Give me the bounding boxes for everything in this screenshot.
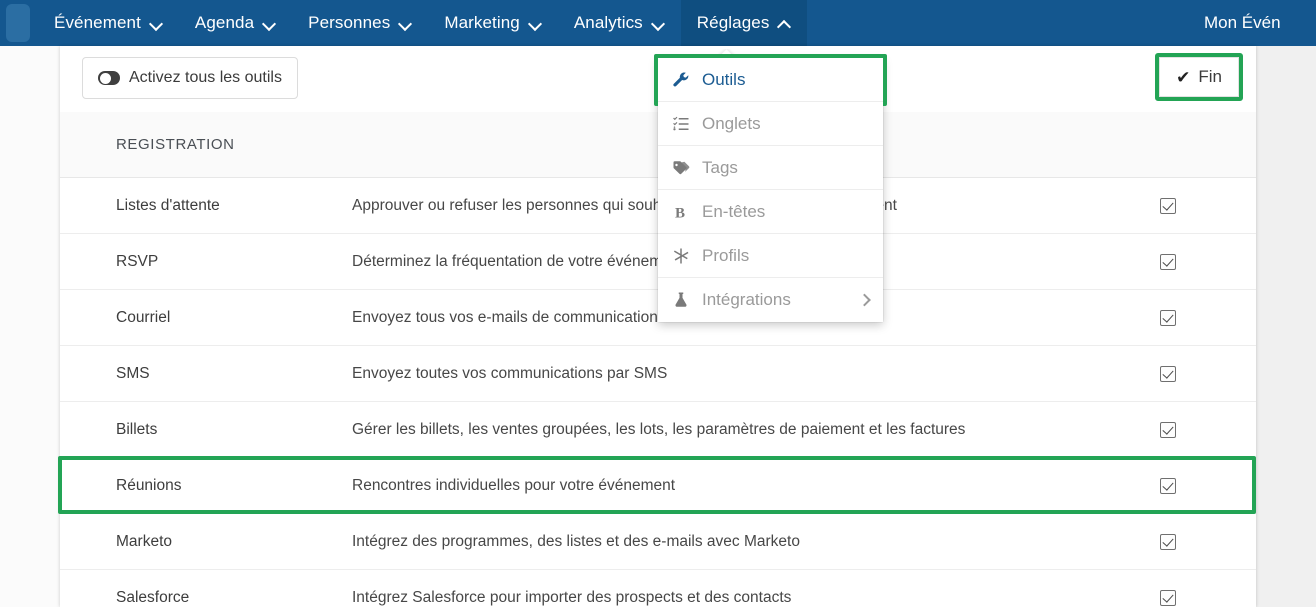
tool-description: Rencontres individuelles pour votre évén… bbox=[352, 476, 676, 494]
dropdown-item-label: Outils bbox=[702, 69, 746, 89]
nav-item-label: Réglages bbox=[696, 13, 770, 32]
table-row[interactable]: SMS Envoyez toutes vos communications par… bbox=[60, 346, 1256, 402]
done-button-label: Fin bbox=[1198, 67, 1222, 86]
dropdown-item-onglets[interactable]: Onglets bbox=[658, 102, 883, 146]
tag-icon bbox=[672, 159, 702, 177]
tool-enabled-cell bbox=[1120, 477, 1256, 494]
dropdown-item-tags[interactable]: Tags bbox=[658, 146, 883, 190]
tool-name: Marketo bbox=[116, 532, 172, 550]
tool-enabled-cell bbox=[1120, 253, 1256, 270]
dropdown-item-intgrations[interactable]: Intégrations bbox=[658, 278, 883, 322]
checkbox-checked-icon[interactable] bbox=[1160, 589, 1176, 606]
done-button-highlight: ✔ Fin bbox=[1155, 53, 1243, 101]
tool-name: Courriel bbox=[116, 308, 171, 326]
table-row[interactable]: Marketo Intégrez des programmes, des list… bbox=[60, 514, 1256, 570]
list-checks-icon bbox=[672, 115, 702, 133]
nav-item-agenda[interactable]: Agenda bbox=[179, 0, 292, 46]
tool-name: Billets bbox=[116, 420, 158, 438]
chevron-up-icon bbox=[778, 17, 791, 30]
chevron-down-icon bbox=[150, 17, 163, 30]
dropdown-item-label: Intégrations bbox=[702, 290, 791, 309]
nav-item-vnement[interactable]: Événement bbox=[38, 0, 179, 46]
nav-item-label: Événement bbox=[54, 13, 141, 32]
tool-enabled-cell bbox=[1120, 533, 1256, 550]
nav-item-marketing[interactable]: Marketing bbox=[428, 0, 558, 46]
checkbox-checked-icon[interactable] bbox=[1160, 197, 1176, 214]
flask-icon bbox=[672, 291, 702, 309]
section-header-title: REGISTRATION bbox=[116, 136, 235, 153]
tool-description: Gérer les billets, les ventes groupées, … bbox=[352, 420, 966, 438]
enable-all-tools-button[interactable]: Activez tous les outils bbox=[82, 57, 298, 99]
left-gutter bbox=[0, 46, 60, 607]
dropdown-item-profils[interactable]: Profils bbox=[658, 234, 883, 278]
chevron-right-icon bbox=[858, 293, 871, 307]
chevron-down-icon bbox=[652, 17, 665, 30]
checkbox-checked-icon[interactable] bbox=[1160, 309, 1176, 326]
tool-enabled-cell bbox=[1120, 365, 1256, 382]
bold-b-icon: B bbox=[672, 203, 702, 221]
done-button[interactable]: ✔ Fin bbox=[1159, 57, 1239, 97]
nav-item-label: Marketing bbox=[444, 13, 520, 32]
tool-name: Listes d'attente bbox=[116, 196, 220, 214]
table-row[interactable]: Salesforce Intégrez Salesforce pour impor… bbox=[60, 570, 1256, 607]
dropdown-item-outils[interactable]: Outils bbox=[654, 54, 887, 106]
chevron-down-icon bbox=[399, 17, 412, 30]
asterisk-icon bbox=[672, 247, 702, 265]
nav-item-label: Agenda bbox=[194, 13, 255, 32]
dropdown-item-enttes[interactable]: B En-têtes bbox=[658, 190, 883, 234]
tool-name: Salesforce bbox=[116, 588, 190, 606]
checkbox-checked-icon[interactable] bbox=[1160, 533, 1176, 550]
my-event-label[interactable]: Mon Évén bbox=[1204, 0, 1316, 46]
check-icon: ✔ bbox=[1176, 67, 1191, 87]
dropdown-item-label: Tags bbox=[702, 157, 738, 177]
enable-all-tools-label: Activez tous les outils bbox=[129, 69, 282, 86]
dropdown-item-label: Profils bbox=[702, 245, 750, 265]
dropdown-arrow-icon bbox=[718, 49, 736, 58]
app-root: Événement Agenda Personnes Marketing Analyti… bbox=[0, 0, 1316, 607]
chevron-down-icon bbox=[263, 17, 276, 30]
my-event-text: Mon Évén bbox=[1204, 13, 1281, 32]
dropdown-item-label: En-têtes bbox=[702, 201, 766, 221]
tool-description: Intégrez Salesforce pour importer des pr… bbox=[352, 588, 792, 606]
app-logo[interactable] bbox=[6, 4, 30, 42]
svg-text:B: B bbox=[675, 205, 685, 221]
nav-items: Événement Agenda Personnes Marketing Analyti… bbox=[38, 0, 808, 46]
tool-enabled-cell bbox=[1120, 197, 1256, 214]
nav-item-personnes[interactable]: Personnes bbox=[292, 0, 428, 46]
nav-item-analytics[interactable]: Analytics bbox=[558, 0, 681, 46]
tool-enabled-cell bbox=[1120, 589, 1256, 606]
tool-enabled-cell bbox=[1120, 421, 1256, 438]
tool-name: Réunions bbox=[116, 476, 182, 494]
nav-item-rglages[interactable]: Réglages bbox=[680, 0, 808, 46]
nav-item-label: Analytics bbox=[573, 13, 643, 32]
dropdown-item-label: Onglets bbox=[702, 113, 761, 133]
checkbox-checked-icon[interactable] bbox=[1160, 421, 1176, 438]
checkbox-checked-icon[interactable] bbox=[1160, 477, 1176, 494]
tool-name: SMS bbox=[116, 364, 150, 382]
tool-description: Envoyez toutes vos communications par SM… bbox=[352, 364, 668, 382]
settings-dropdown-menu: Outils Onglets Tags B En-têtes Profils Intégra… bbox=[654, 54, 887, 322]
chevron-down-icon bbox=[529, 17, 542, 30]
toggle-switch-icon bbox=[98, 71, 120, 85]
dropdown-list: Outils Onglets Tags B En-têtes Profils Intégra… bbox=[654, 54, 887, 322]
checkbox-checked-icon[interactable] bbox=[1160, 365, 1176, 382]
table-row[interactable]: Réunions Rencontres individuelles pour vo… bbox=[58, 456, 1256, 514]
tool-description: Intégrez des programmes, des listes et d… bbox=[352, 532, 800, 550]
nav-item-label: Personnes bbox=[308, 13, 391, 32]
tool-name: RSVP bbox=[116, 252, 159, 270]
checkbox-checked-icon[interactable] bbox=[1160, 253, 1176, 270]
wrench-icon bbox=[672, 71, 702, 89]
top-navigation-bar: Événement Agenda Personnes Marketing Analyti… bbox=[0, 0, 1316, 46]
table-row[interactable]: Billets Gérer les billets, les ventes gro… bbox=[60, 402, 1256, 458]
tool-enabled-cell bbox=[1120, 309, 1256, 326]
